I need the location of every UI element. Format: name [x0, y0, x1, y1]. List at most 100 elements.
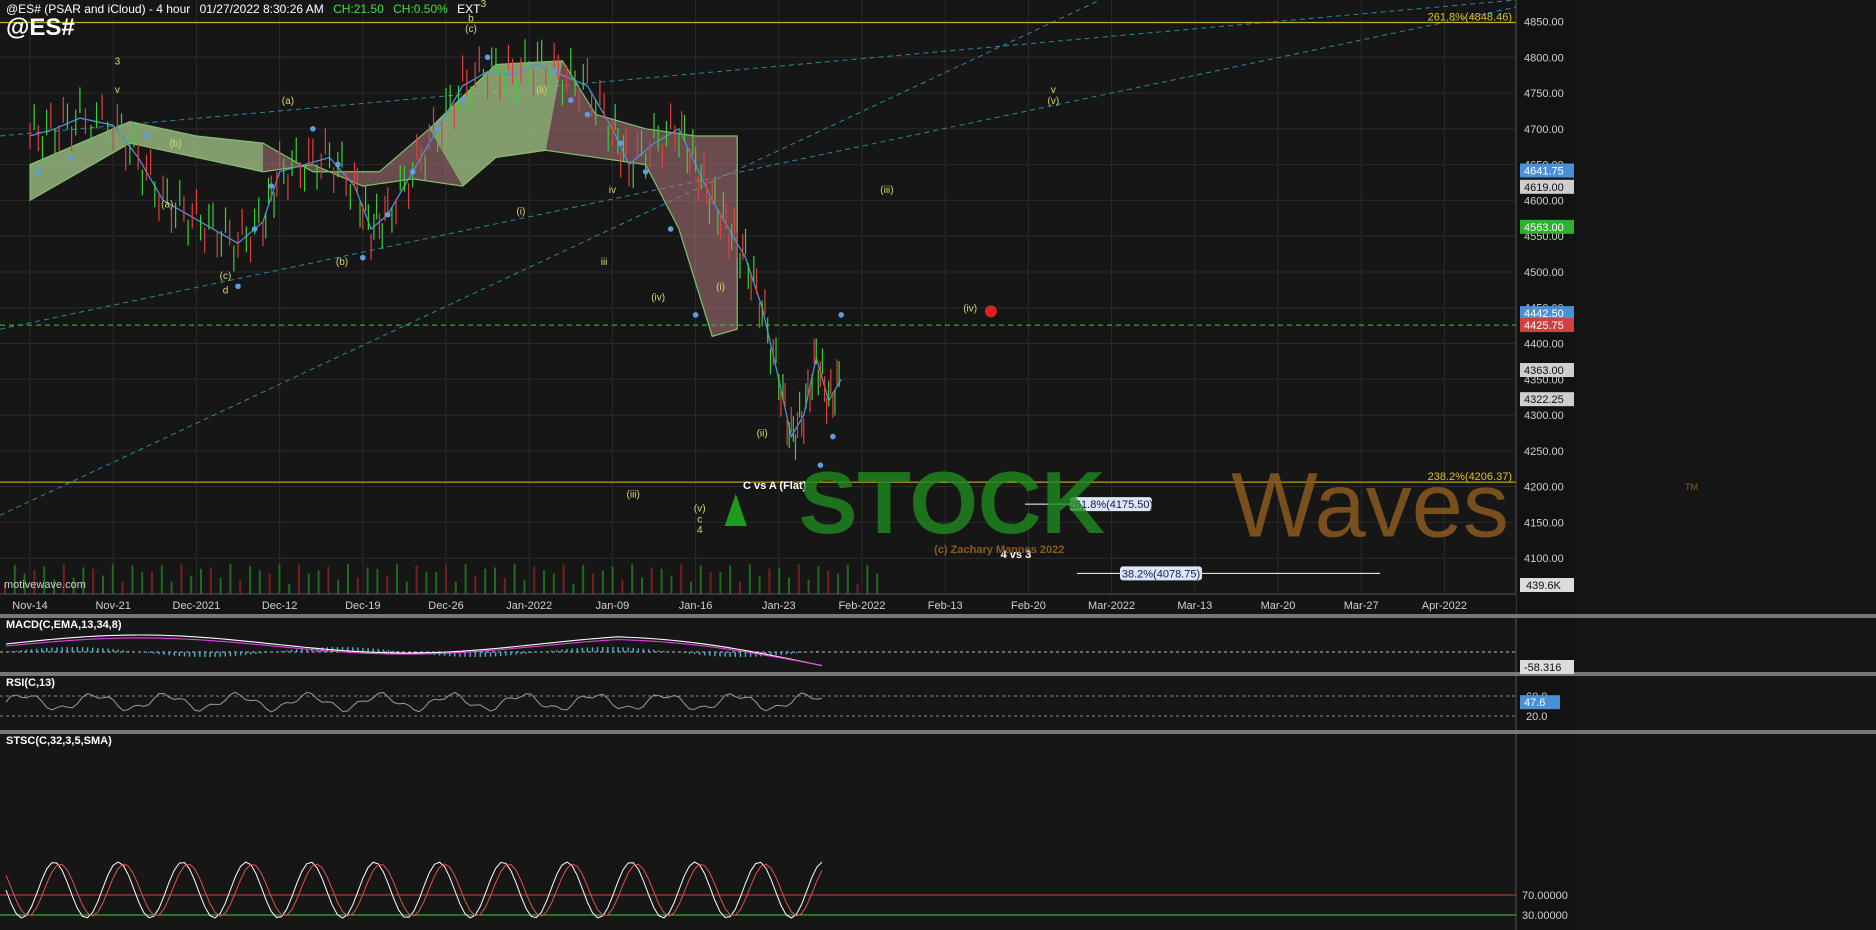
psar-dot: [360, 254, 366, 261]
x-tick-label: Jan-2022: [506, 600, 552, 612]
psar-dot: [335, 161, 341, 168]
volume-bar: [229, 564, 232, 594]
fib-level-label: 261.8%(4848.46): [1428, 12, 1512, 24]
volume-bar: [415, 565, 418, 594]
y-tick-label: 4200.00: [1524, 482, 1564, 494]
wave-label: (iv): [963, 303, 977, 314]
x-tick-label: Dec-2021: [173, 600, 221, 612]
volume-bar: [386, 575, 389, 594]
chart-annotation: C vs A (Flat): [743, 480, 807, 492]
volume-bar: [160, 565, 163, 594]
volume-bar: [249, 566, 251, 594]
volume-bar: [219, 577, 222, 594]
psar-dot: [310, 126, 316, 132]
psar-dot: [409, 168, 416, 175]
x-tick-label: Feb-2022: [838, 600, 885, 612]
x-tick-label: Dec-19: [345, 600, 380, 612]
volume-bar: [278, 564, 281, 594]
volume-bar: [856, 583, 859, 594]
volume-bar: [739, 581, 741, 594]
y-tick-label: 4500.00: [1524, 267, 1564, 279]
chart-datetime: 01/27/2022 8:30:26 AM: [199, 2, 324, 16]
wave-label: (c): [220, 271, 232, 282]
wave-label: (ii): [536, 85, 547, 96]
volume-bar: [366, 567, 369, 594]
psar-dot: [642, 168, 649, 175]
indicator-title: MACD(C,EMA,13,34,8): [6, 619, 122, 631]
psar-dot: [617, 140, 624, 146]
volume-bar: [111, 564, 114, 594]
volume-tag-label: 439.6K: [1526, 580, 1562, 592]
wave-label: v: [115, 85, 120, 96]
volume-bar: [151, 571, 153, 594]
volume-bar: [543, 570, 545, 594]
price-tag-label: 4641.75: [1524, 166, 1564, 178]
volume-bar: [641, 577, 643, 594]
volume-bar: [729, 565, 732, 594]
chart-canvas: 261.8%(4848.46)238.2%(4206.37)3v(a)(b)(c…: [0, 0, 1876, 930]
volume-bar: [474, 575, 477, 594]
x-tick-label: Mar-27: [1344, 600, 1379, 612]
x-tick-label: Dec-12: [262, 600, 297, 612]
wave-label: v: [1051, 85, 1056, 96]
psar-dot: [584, 111, 591, 118]
volume-bar: [621, 579, 624, 594]
stsc-tick-label: 70.00000: [1522, 890, 1568, 902]
volume-bar: [102, 575, 104, 594]
wave-label: d: [223, 285, 229, 296]
wave-label: 4: [697, 525, 703, 536]
watermark-tm: TM: [1685, 482, 1698, 492]
chart-header: @ES# (PSAR and iCloud) - 4 hour 01/27/20…: [6, 2, 487, 16]
y-tick-label: 4850.00: [1524, 16, 1564, 28]
psar-dot: [568, 97, 574, 103]
volume-bar: [435, 571, 438, 594]
volume-bar: [209, 567, 212, 594]
y-tick-label: 4800.00: [1524, 52, 1564, 64]
volume-bar: [92, 568, 95, 594]
right-axis-bg: [1516, 0, 1576, 930]
volume-bar: [660, 568, 663, 594]
volume-bar: [170, 581, 173, 594]
alert-dot: [984, 305, 997, 318]
pane-divider: [0, 730, 1876, 734]
macd-value-label: -58.316: [1524, 662, 1561, 674]
x-tick-label: Dec-26: [428, 600, 463, 612]
rsi-line: [5, 691, 823, 713]
volume-bar: [327, 566, 330, 594]
wave-label: (iii): [627, 489, 640, 500]
stsc-tick-label: 30.00000: [1522, 910, 1568, 922]
price-tag-label: 4619.00: [1524, 182, 1564, 194]
volume-bar: [298, 564, 300, 594]
psar-dot: [68, 154, 75, 161]
volume-bar: [680, 564, 683, 594]
price-tag-label: 4363.00: [1524, 365, 1564, 377]
volume-bar: [121, 581, 124, 594]
volume-bar: [405, 581, 408, 594]
x-tick-label: Jan-16: [679, 600, 713, 612]
x-tick-label: Apr-2022: [1422, 600, 1467, 612]
volume-bar: [180, 564, 183, 594]
volume-bar: [650, 567, 653, 594]
volume-bar: [788, 577, 790, 594]
x-tick-label: Feb-20: [1011, 600, 1046, 612]
ichimoku-cloud: [29, 60, 738, 338]
volume-bar: [748, 564, 751, 594]
volume-bar: [582, 564, 585, 594]
volume-bar: [337, 579, 340, 594]
x-tick-label: Nov-21: [95, 600, 130, 612]
psar-dot: [251, 226, 258, 232]
volume-bar: [758, 575, 761, 594]
y-tick-label: 4100.00: [1524, 553, 1564, 565]
watermark-stock: STOCK: [799, 453, 1105, 552]
volume-bar: [817, 566, 820, 594]
rsi-value-label: 47.6: [1524, 697, 1545, 709]
pane-divider: [0, 614, 1876, 618]
price-tag-label: 4322.25: [1524, 394, 1564, 406]
volume-bar: [494, 567, 496, 594]
psar-dot: [384, 211, 391, 218]
ticker-symbol: @ES#: [6, 14, 75, 41]
volume-bar: [425, 571, 428, 594]
x-tick-label: Nov-14: [12, 600, 47, 612]
volume-bar: [523, 579, 526, 594]
volume-bar: [190, 575, 193, 594]
